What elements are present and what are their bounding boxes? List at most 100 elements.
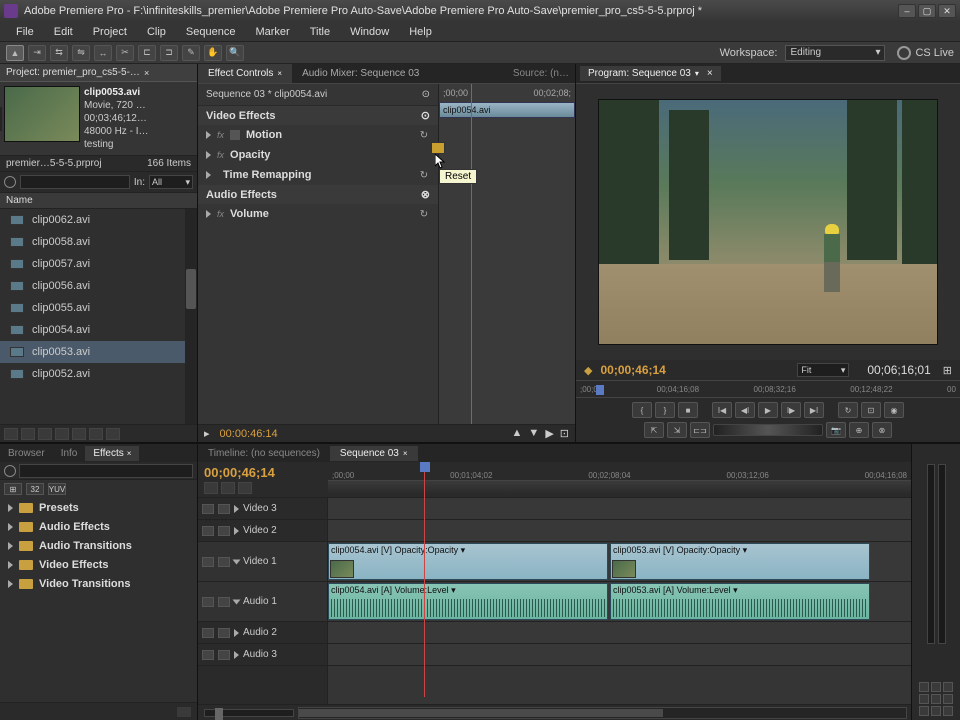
- program-playhead[interactable]: [596, 385, 604, 395]
- timeline-playhead[interactable]: [420, 462, 430, 472]
- step-back-button[interactable]: ◀I: [735, 402, 755, 418]
- marker-icon[interactable]: ◆: [584, 364, 592, 377]
- maximize-button[interactable]: ▢: [918, 4, 936, 18]
- timeline-tracks-area[interactable]: clip0054.avi [V] Opacity:Opacity ▾ clip0…: [328, 498, 911, 704]
- go-to-out-button[interactable]: ▶I: [804, 402, 824, 418]
- solo-icon[interactable]: [218, 650, 230, 660]
- program-ruler[interactable]: ;00;00 00;04;16;08 00;08;32;16 00;12;48;…: [576, 380, 960, 398]
- timeline-h-scrollbar[interactable]: [298, 707, 907, 719]
- tab-sequence-03[interactable]: Sequence 03×: [330, 446, 418, 461]
- loop-button[interactable]: ⊡: [560, 427, 569, 440]
- lock-icon[interactable]: [218, 557, 230, 567]
- program-timecode-current[interactable]: 00;00;46;14: [600, 363, 665, 377]
- menu-sequence[interactable]: Sequence: [178, 24, 244, 40]
- accelerated-filter-button[interactable]: ⊞: [4, 483, 22, 495]
- find-button[interactable]: [55, 428, 69, 440]
- expand-icon[interactable]: [8, 504, 13, 512]
- menu-clip[interactable]: Clip: [139, 24, 174, 40]
- zoom-fit-select[interactable]: Fit▾: [797, 363, 849, 377]
- expand-icon[interactable]: [8, 561, 13, 569]
- bin-item[interactable]: clip0056.avi: [0, 275, 197, 297]
- bin-item[interactable]: clip0055.avi: [0, 297, 197, 319]
- workspace-select[interactable]: Editing▾: [785, 45, 885, 61]
- in-filter-select[interactable]: All▾: [149, 175, 193, 189]
- settings-icon[interactable]: ⊞: [943, 364, 952, 377]
- effect-motion[interactable]: fxMotion↻: [198, 125, 438, 145]
- reset-icon[interactable]: ↻: [418, 169, 430, 181]
- expand-icon[interactable]: [234, 527, 239, 535]
- menu-window[interactable]: Window: [342, 24, 397, 40]
- track-header-a3[interactable]: Audio 3: [198, 644, 327, 666]
- menu-project[interactable]: Project: [85, 24, 135, 40]
- bin-item[interactable]: clip0057.avi: [0, 253, 197, 275]
- yuv-filter-button[interactable]: YUV: [48, 483, 66, 495]
- menu-marker[interactable]: Marker: [247, 24, 297, 40]
- effects-folder-presets[interactable]: Presets: [0, 498, 197, 517]
- automate-button[interactable]: [38, 428, 52, 440]
- effects-folder-audio-transitions[interactable]: Audio Transitions: [0, 536, 197, 555]
- timeline-timecode[interactable]: 00;00;46;14: [204, 465, 322, 480]
- expand-icon[interactable]: [206, 171, 211, 179]
- effect-time-remapping[interactable]: Time Remapping↻: [198, 165, 438, 185]
- effect-timecode[interactable]: 00:00:46:14: [220, 428, 278, 440]
- track-header-v3[interactable]: Video 3: [198, 498, 327, 520]
- mark-in-button[interactable]: {: [632, 402, 652, 418]
- delete-button[interactable]: [106, 428, 120, 440]
- opacity-reset-button[interactable]: [431, 142, 445, 154]
- timeline-clip-a1a[interactable]: clip0054.avi [A] Volume:Level ▾: [328, 583, 608, 620]
- play-button[interactable]: ▶: [758, 402, 778, 418]
- effects-search-input[interactable]: [19, 464, 193, 478]
- bin-item[interactable]: clip0053.avi: [0, 341, 197, 363]
- mute-icon[interactable]: [202, 597, 214, 607]
- export-frame-button[interactable]: 📷: [826, 422, 846, 438]
- slide-tool[interactable]: ⊐: [160, 45, 178, 61]
- ripple-edit-tool[interactable]: ⇆: [50, 45, 68, 61]
- lock-icon[interactable]: [218, 504, 230, 514]
- menu-file[interactable]: File: [8, 24, 42, 40]
- timeline-clip-v1a[interactable]: clip0054.avi [V] Opacity:Opacity ▾: [328, 543, 608, 580]
- tab-browser[interactable]: Browser: [0, 446, 53, 461]
- eye-icon[interactable]: [202, 526, 214, 536]
- expand-icon[interactable]: [206, 131, 211, 139]
- clip-thumbnail[interactable]: [4, 86, 80, 142]
- name-column-header[interactable]: Name: [0, 193, 197, 209]
- project-tab[interactable]: Project: premier_pro_cs5-5-…×: [0, 64, 197, 82]
- eye-icon[interactable]: [202, 504, 214, 514]
- razor-tool[interactable]: ✂: [116, 45, 134, 61]
- loop-button[interactable]: ↻: [838, 402, 858, 418]
- bin-scrollbar[interactable]: [185, 209, 197, 424]
- timeline-clip-a1b[interactable]: clip0053.avi [A] Volume:Level ▾: [610, 583, 870, 620]
- tab-effect-controls[interactable]: Effect Controls×: [198, 64, 292, 83]
- new-bin-button[interactable]: [72, 428, 86, 440]
- close-icon[interactable]: ×: [144, 68, 149, 78]
- collapse-icon[interactable]: [233, 599, 241, 604]
- dropdown-icon[interactable]: ▾: [695, 69, 699, 78]
- mute-icon[interactable]: [202, 628, 214, 638]
- 32bit-filter-button[interactable]: 32: [26, 483, 44, 495]
- zoom-in-icon[interactable]: ▼: [528, 427, 539, 440]
- collapse-icon[interactable]: [233, 559, 241, 564]
- close-icon[interactable]: ×: [277, 69, 282, 78]
- safe-margins-button[interactable]: ⊡: [861, 402, 881, 418]
- tab-timeline-empty[interactable]: Timeline: (no sequences): [198, 446, 330, 461]
- trim-button[interactable]: ⊏⊐: [690, 422, 710, 438]
- list-view-button[interactable]: [4, 428, 18, 440]
- cslive-button[interactable]: CS Live: [897, 46, 954, 60]
- selection-tool[interactable]: ▲: [6, 45, 24, 61]
- snap-button[interactable]: [204, 482, 218, 494]
- track-select-tool[interactable]: ⇥: [28, 45, 46, 61]
- menu-title[interactable]: Title: [302, 24, 338, 40]
- expand-icon[interactable]: [8, 580, 13, 588]
- bin-item[interactable]: clip0054.avi: [0, 319, 197, 341]
- new-bin-button[interactable]: [177, 707, 191, 717]
- expand-icon[interactable]: [234, 505, 239, 513]
- zoom-out-icon[interactable]: ▲: [512, 427, 523, 440]
- tab-effects[interactable]: Effects×: [85, 446, 139, 461]
- expand-icon[interactable]: [8, 542, 13, 550]
- mute-icon[interactable]: [202, 650, 214, 660]
- lift-button[interactable]: ⇱: [644, 422, 664, 438]
- bin-item[interactable]: clip0052.avi: [0, 363, 197, 385]
- bin-item[interactable]: clip0058.avi: [0, 231, 197, 253]
- insert-button[interactable]: ⊕: [849, 422, 869, 438]
- stop-button[interactable]: ■: [678, 402, 698, 418]
